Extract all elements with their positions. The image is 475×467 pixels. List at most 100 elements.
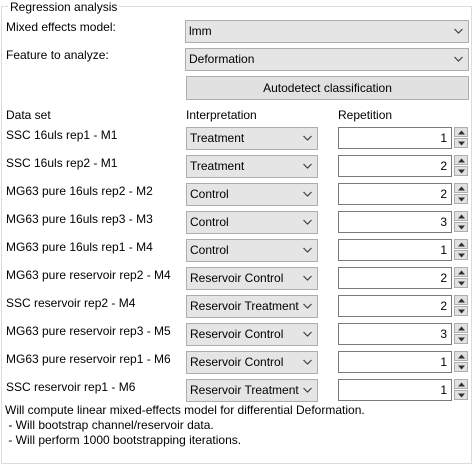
footer-line-1: Will compute linear mixed-effects model … bbox=[5, 403, 365, 417]
repetition-input[interactable]: 1 bbox=[338, 239, 452, 261]
arrow-down-icon bbox=[458, 393, 465, 398]
repetition-stepper bbox=[454, 183, 468, 205]
spin-up-button[interactable] bbox=[454, 155, 468, 165]
interpretation-select[interactable]: Reservoir Control bbox=[186, 267, 318, 290]
repetition-stepper bbox=[454, 379, 468, 401]
spin-down-button[interactable] bbox=[454, 194, 468, 204]
repetition-stepper bbox=[454, 239, 468, 261]
repetition-input[interactable]: 3 bbox=[338, 211, 452, 233]
arrow-down-icon bbox=[458, 141, 465, 146]
spin-down-button[interactable] bbox=[454, 390, 468, 400]
chevron-down-icon bbox=[454, 28, 463, 34]
interpretation-value: Reservoir Control bbox=[190, 271, 284, 285]
spin-down-button[interactable] bbox=[454, 138, 468, 148]
spin-down-button[interactable] bbox=[454, 278, 468, 288]
dataset-name: SSC 16uls rep1 - M1 bbox=[6, 128, 118, 142]
spin-down-button[interactable] bbox=[454, 334, 468, 344]
repetition-stepper bbox=[454, 323, 468, 345]
spin-down-button[interactable] bbox=[454, 362, 468, 372]
interpretation-select[interactable]: Reservoir Control bbox=[186, 323, 318, 346]
dataset-name: MG63 pure 16uls rep2 - M2 bbox=[6, 184, 153, 198]
spin-up-button[interactable] bbox=[454, 127, 468, 137]
interpretation-select[interactable]: Treatment bbox=[186, 127, 318, 150]
interpretation-select[interactable]: Treatment bbox=[186, 155, 318, 178]
repetition-input[interactable]: 2 bbox=[338, 183, 452, 205]
interpretation-select[interactable]: Reservoir Treatment bbox=[186, 295, 318, 318]
interpretation-value: Reservoir Control bbox=[190, 327, 284, 341]
dataset-name: MG63 pure reservoir rep3 - M5 bbox=[6, 324, 171, 338]
chevron-down-icon bbox=[303, 275, 312, 281]
repetition-input[interactable]: 2 bbox=[338, 155, 452, 177]
interpretation-value: Control bbox=[190, 215, 229, 229]
repetition-stepper bbox=[454, 155, 468, 177]
spin-up-button[interactable] bbox=[454, 183, 468, 193]
repetition-stepper bbox=[454, 351, 468, 373]
chevron-down-icon bbox=[303, 387, 312, 393]
arrow-down-icon bbox=[458, 253, 465, 258]
chevron-down-icon bbox=[303, 135, 312, 141]
spin-up-button[interactable] bbox=[454, 239, 468, 249]
interpretation-select[interactable]: Control bbox=[186, 239, 318, 262]
chevron-down-icon bbox=[454, 56, 463, 62]
model-select[interactable]: lmm bbox=[185, 20, 469, 43]
group-title: Regression analysis bbox=[8, 0, 120, 14]
interpretation-select[interactable]: Control bbox=[186, 183, 318, 206]
arrow-down-icon bbox=[458, 197, 465, 202]
chevron-down-icon bbox=[303, 359, 312, 365]
interpretation-value: Reservoir Treatment bbox=[190, 299, 299, 313]
chevron-down-icon bbox=[303, 191, 312, 197]
interpretation-value: Reservoir Control bbox=[190, 355, 284, 369]
arrow-down-icon bbox=[458, 365, 465, 370]
repetition-input[interactable]: 1 bbox=[338, 127, 452, 149]
model-label: Mixed effects model: bbox=[6, 20, 116, 34]
feature-label: Feature to analyze: bbox=[6, 48, 109, 62]
arrow-down-icon bbox=[458, 169, 465, 174]
arrow-up-icon bbox=[458, 158, 465, 163]
dataset-name: MG63 pure reservoir rep2 - M4 bbox=[6, 268, 171, 282]
chevron-down-icon bbox=[303, 163, 312, 169]
dataset-name: SSC reservoir rep1 - M6 bbox=[6, 380, 136, 394]
spin-up-button[interactable] bbox=[454, 379, 468, 389]
spin-up-button[interactable] bbox=[454, 295, 468, 305]
interpretation-value: Reservoir Treatment bbox=[190, 383, 299, 397]
arrow-down-icon bbox=[458, 309, 465, 314]
spin-down-button[interactable] bbox=[454, 222, 468, 232]
footer-line-2: - Will bootstrap channel/reservoir data. bbox=[5, 418, 214, 432]
model-value: lmm bbox=[189, 24, 212, 38]
arrow-up-icon bbox=[458, 326, 465, 331]
spin-down-button[interactable] bbox=[454, 250, 468, 260]
repetition-input[interactable]: 1 bbox=[338, 379, 452, 401]
spin-up-button[interactable] bbox=[454, 351, 468, 361]
spin-down-button[interactable] bbox=[454, 166, 468, 176]
footer-line-3: - Will perform 1000 bootstrapping iterat… bbox=[5, 433, 242, 447]
spin-up-button[interactable] bbox=[454, 323, 468, 333]
chevron-down-icon bbox=[303, 219, 312, 225]
repetition-stepper bbox=[454, 267, 468, 289]
autodetect-button[interactable]: Autodetect classification bbox=[186, 76, 469, 100]
dataset-name: SSC reservoir rep2 - M4 bbox=[6, 296, 136, 310]
arrow-up-icon bbox=[458, 382, 465, 387]
spin-down-button[interactable] bbox=[454, 306, 468, 316]
feature-select[interactable]: Deformation bbox=[185, 48, 469, 71]
chevron-down-icon bbox=[303, 247, 312, 253]
interpretation-select[interactable]: Control bbox=[186, 211, 318, 234]
repetition-header: Repetition bbox=[338, 108, 393, 122]
interpretation-value: Treatment bbox=[190, 131, 245, 145]
interpretation-select[interactable]: Reservoir Treatment bbox=[186, 379, 318, 402]
repetition-input[interactable]: 1 bbox=[338, 351, 452, 373]
repetition-input[interactable]: 2 bbox=[338, 295, 452, 317]
arrow-down-icon bbox=[458, 337, 465, 342]
chevron-down-icon bbox=[303, 331, 312, 337]
interpretation-select[interactable]: Reservoir Control bbox=[186, 351, 318, 374]
arrow-up-icon bbox=[458, 186, 465, 191]
repetition-input[interactable]: 3 bbox=[338, 323, 452, 345]
dataset-name: MG63 pure 16uls rep1 - M4 bbox=[6, 240, 153, 254]
feature-value: Deformation bbox=[189, 52, 255, 66]
interpretation-value: Treatment bbox=[190, 159, 245, 173]
repetition-input[interactable]: 2 bbox=[338, 267, 452, 289]
repetition-stepper bbox=[454, 295, 468, 317]
arrow-down-icon bbox=[458, 225, 465, 230]
arrow-down-icon bbox=[458, 281, 465, 286]
spin-up-button[interactable] bbox=[454, 267, 468, 277]
spin-up-button[interactable] bbox=[454, 211, 468, 221]
